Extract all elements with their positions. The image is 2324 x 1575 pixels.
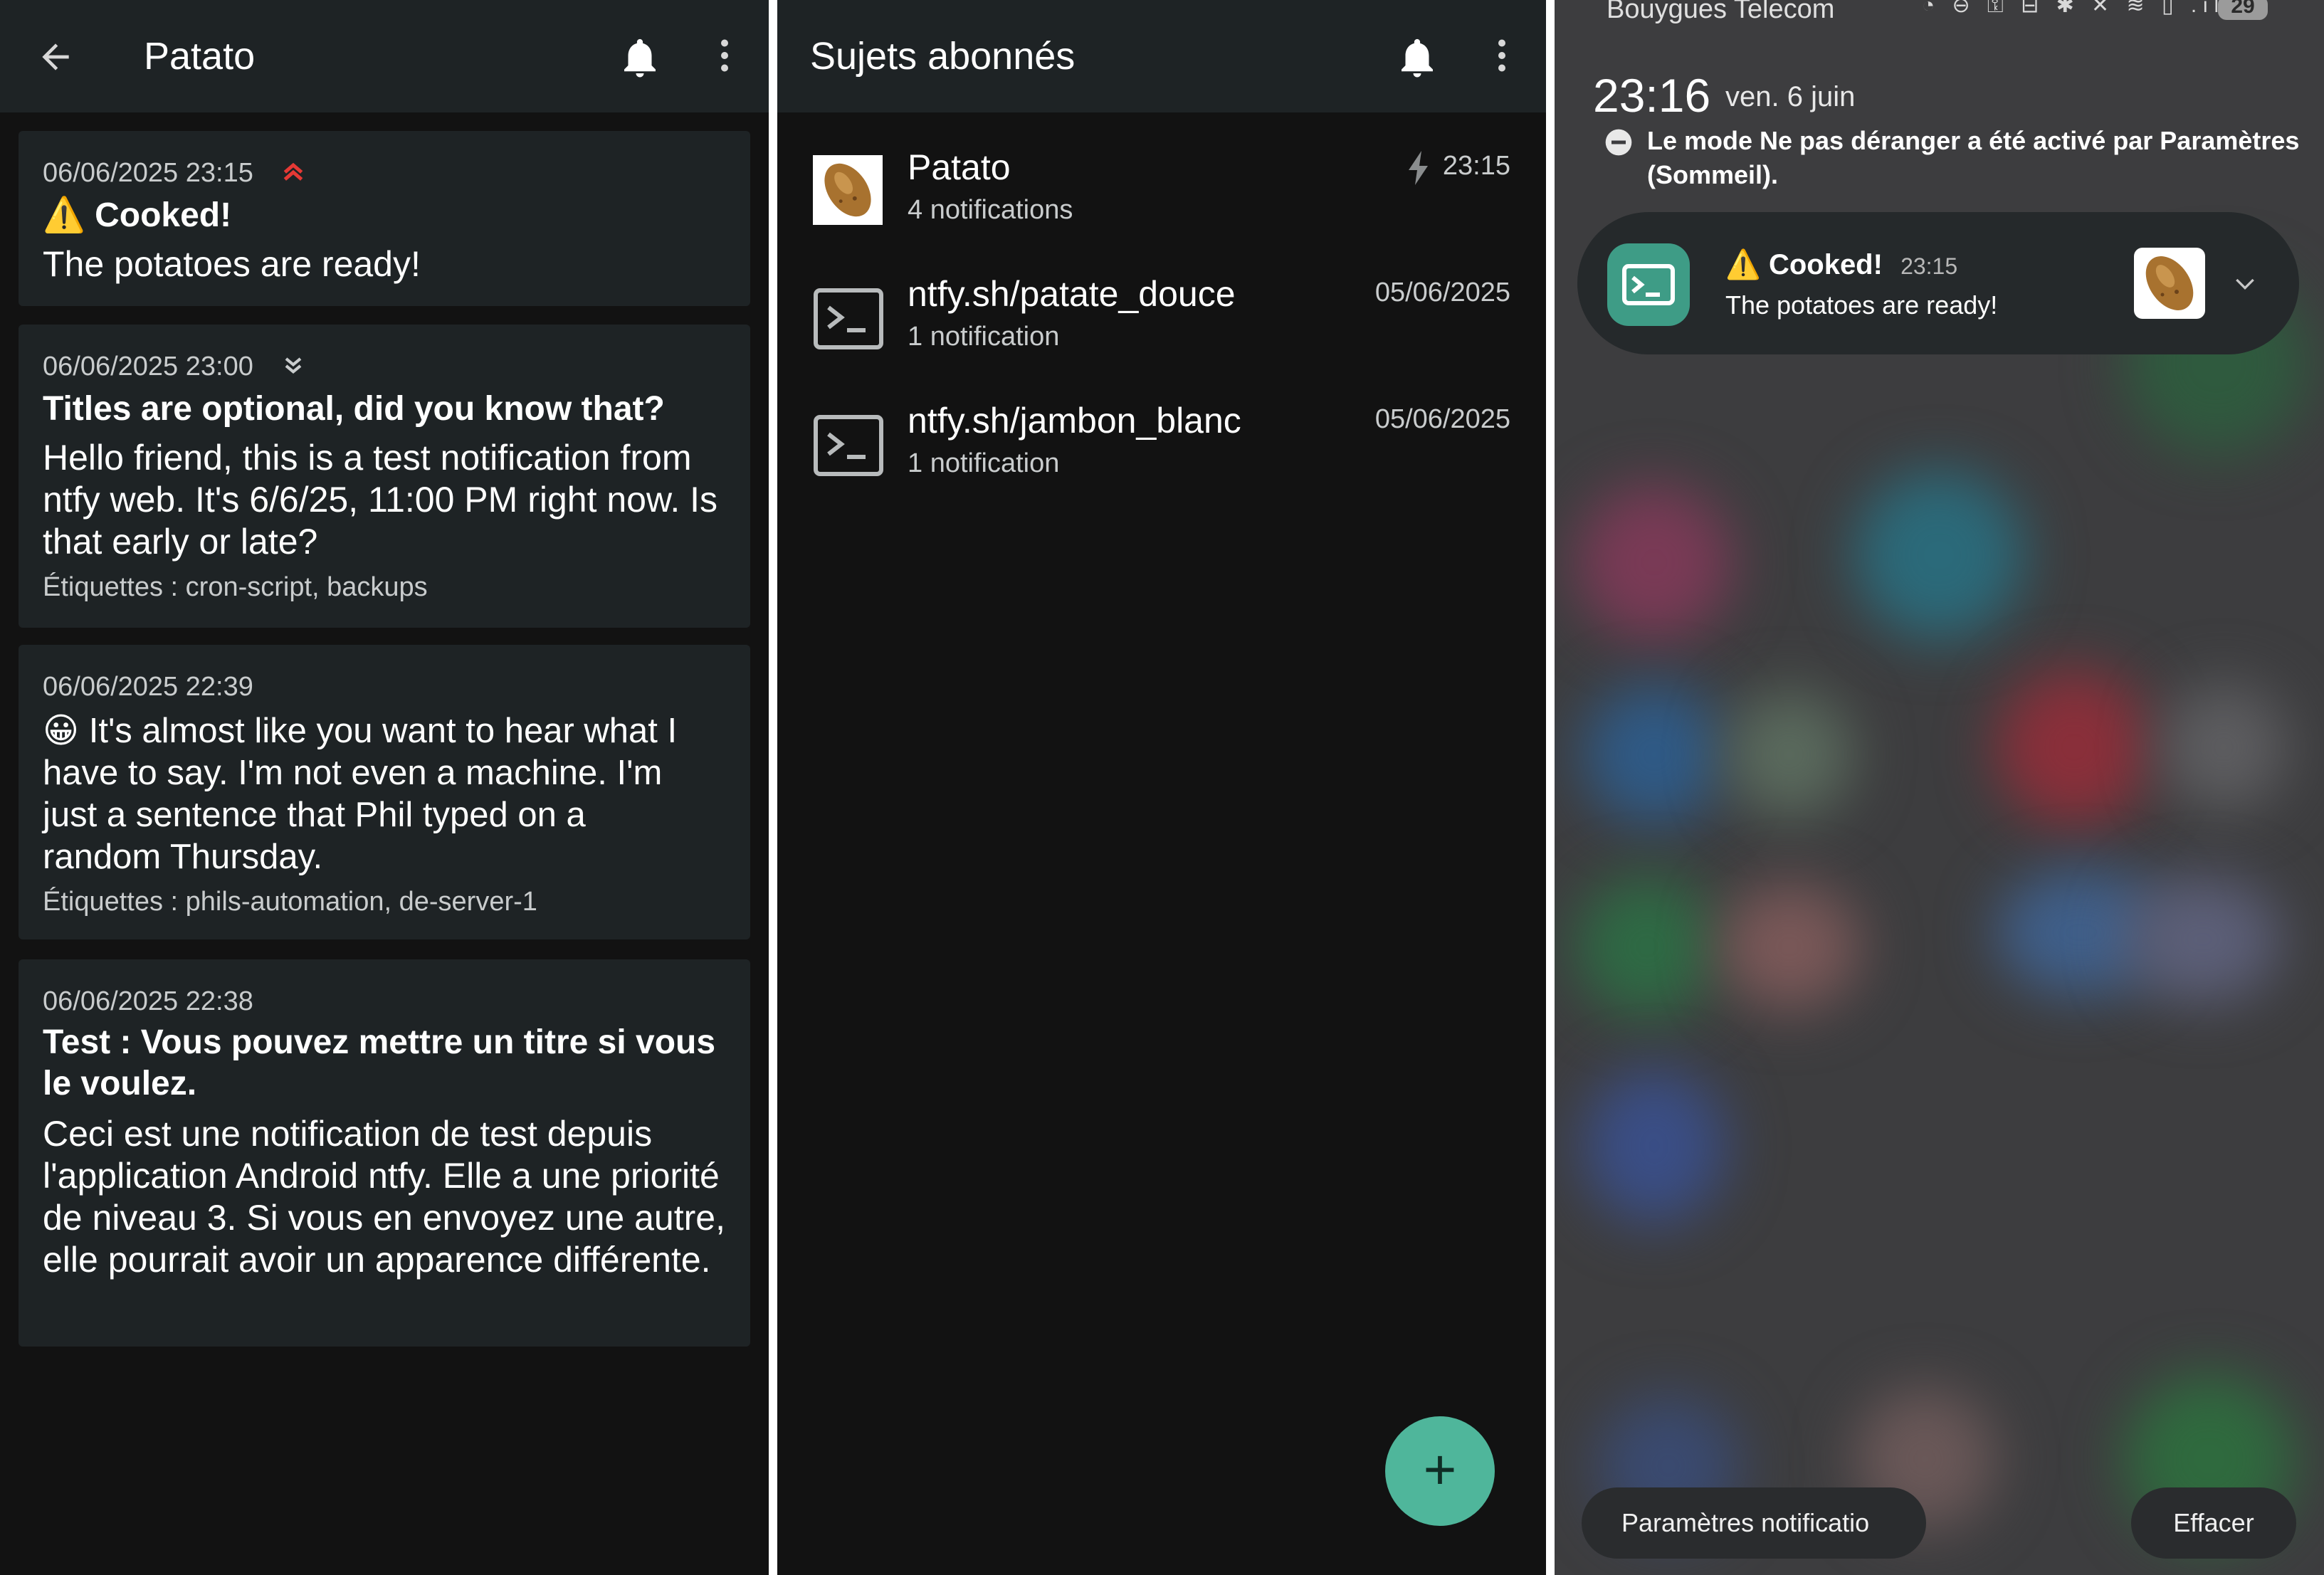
ntfy-app-icon bbox=[1607, 243, 1690, 326]
subscription-time: 05/06/2025 bbox=[1374, 278, 1510, 307]
bolt-icon bbox=[1407, 151, 1432, 185]
notification-date: 06/06/2025 23:00 bbox=[43, 352, 253, 381]
notification-body: The potatoes are ready! bbox=[43, 244, 421, 284]
notification-card[interactable]: 06/06/2025 23:00 Titles are optional, di… bbox=[19, 325, 750, 628]
subscription-time: 05/06/2025 bbox=[1374, 404, 1510, 434]
notification-tags: Étiquettes : cron-script, backups bbox=[43, 572, 428, 602]
notification-title: Test : Vous pouvez mettre un titre si vo… bbox=[43, 1023, 716, 1102]
notification-body: Hello friend, this is a test notificatio… bbox=[43, 438, 717, 562]
notification-tags: Étiquettes : phils-automation, de-server… bbox=[43, 887, 537, 917]
more-vert-icon[interactable] bbox=[1481, 34, 1523, 77]
subscriptions-app-bar: Sujets abonnés bbox=[777, 0, 1546, 112]
subscription-count: 1 notification bbox=[908, 322, 1060, 352]
shade-notification-body: The potatoes are ready! bbox=[1725, 290, 1998, 320]
notification-settings-button[interactable]: Paramètres notificatio bbox=[1582, 1487, 1926, 1559]
add-subscription-button[interactable]: + bbox=[1385, 1416, 1495, 1526]
notification-body: 😀 It's almost like you want to hear what… bbox=[43, 712, 678, 876]
priority-low-icon bbox=[279, 352, 307, 380]
notification-date: 06/06/2025 22:38 bbox=[43, 986, 253, 1016]
status-icons: ◔ ⊖ ⚿ ⊟ ✱ ✕ ≋ ▯ .ıl bbox=[1922, 0, 2235, 21]
subscription-count: 4 notifications bbox=[908, 195, 1073, 225]
notification-title: Titles are optional, did you know that? bbox=[43, 390, 665, 428]
status-icon-strip: ◔ ⊖ ⚿ ⊟ ✱ ✕ ≋ ▯ .ıl bbox=[1922, 0, 2225, 17]
arrow-back-icon[interactable] bbox=[36, 37, 75, 77]
add-icon: + bbox=[1423, 1438, 1457, 1501]
shade-notification-title: ⚠️ Cooked! 23:15 bbox=[1725, 249, 1958, 280]
bell-icon[interactable] bbox=[616, 34, 663, 81]
clear-button[interactable]: Effacer bbox=[2131, 1487, 2296, 1559]
battery-level: 29 bbox=[2231, 0, 2255, 18]
shade-date: ven. 6 juin bbox=[1725, 81, 1856, 112]
subscriptions-screen: Sujets abonnés Patato 4 notifications 23… bbox=[777, 0, 1546, 1575]
notification-date: 06/06/2025 22:39 bbox=[43, 672, 253, 702]
notification-card[interactable]: 06/06/2025 22:39 😀 It's almost like you … bbox=[19, 645, 750, 939]
priority-high-icon bbox=[279, 158, 307, 186]
warning-emoji: ⚠️ bbox=[43, 196, 85, 234]
topic-detail-screen: Patato 06/06/2025 23:15 ⚠️ Cooked! The p… bbox=[0, 0, 769, 1575]
shade-clock: 23:16 bbox=[1593, 69, 1711, 122]
battery-indicator: 29 bbox=[2218, 0, 2268, 20]
subscription-item[interactable]: ntfy.sh/patate_douce 1 notification 05/0… bbox=[777, 262, 1546, 383]
more-vert-icon[interactable] bbox=[703, 34, 746, 77]
notification-body: Ceci est une notification de test depuis… bbox=[43, 1114, 725, 1280]
notification-card[interactable]: 06/06/2025 22:38 Test : Vous pouvez mett… bbox=[19, 959, 750, 1347]
potato-icon bbox=[813, 155, 883, 225]
terminal-icon bbox=[813, 288, 884, 350]
shade-notification-card[interactable]: ⚠️ Cooked! 23:15 The potatoes are ready! bbox=[1577, 212, 2299, 354]
notification-title: ⚠️ Cooked! bbox=[43, 196, 232, 234]
warning-emoji: ⚠️ bbox=[1725, 249, 1761, 280]
topic-title: Patato bbox=[144, 35, 256, 78]
subscription-count: 1 notification bbox=[908, 448, 1060, 478]
subscription-name: Patato bbox=[908, 147, 1011, 187]
dnd-message: Le mode Ne pas déranger a été activé par… bbox=[1647, 126, 2300, 189]
grinning-emoji: 😀 bbox=[43, 712, 80, 750]
subscription-time: 23:15 bbox=[1442, 151, 1510, 181]
subscription-item[interactable]: Patato 4 notifications 23:15 bbox=[777, 135, 1546, 256]
chevron-down-icon[interactable] bbox=[2231, 269, 2259, 297]
bell-icon[interactable] bbox=[1394, 34, 1441, 81]
potato-icon bbox=[2134, 248, 2205, 319]
notification-shade: Bouygues Telecom ◔ ⊖ ⚿ ⊟ ✱ ✕ ≋ ▯ .ıl 29 … bbox=[1555, 0, 2324, 1575]
shade-notification-time: 23:15 bbox=[1900, 253, 1958, 279]
carrier-name: Bouygues Telecom bbox=[1607, 0, 1835, 24]
subscriptions-title: Sujets abonnés bbox=[810, 35, 1076, 78]
terminal-icon bbox=[813, 414, 884, 477]
notification-card[interactable]: 06/06/2025 23:15 ⚠️ Cooked! The potatoes… bbox=[19, 131, 750, 306]
dnd-icon bbox=[1604, 128, 1633, 157]
topic-app-bar: Patato bbox=[0, 0, 769, 112]
subscription-name: ntfy.sh/patate_douce bbox=[908, 274, 1236, 314]
subscription-item[interactable]: ntfy.sh/jambon_blanc 1 notification 05/0… bbox=[777, 389, 1546, 510]
notification-date: 06/06/2025 23:15 bbox=[43, 158, 253, 188]
subscription-name: ntfy.sh/jambon_blanc bbox=[908, 401, 1241, 441]
